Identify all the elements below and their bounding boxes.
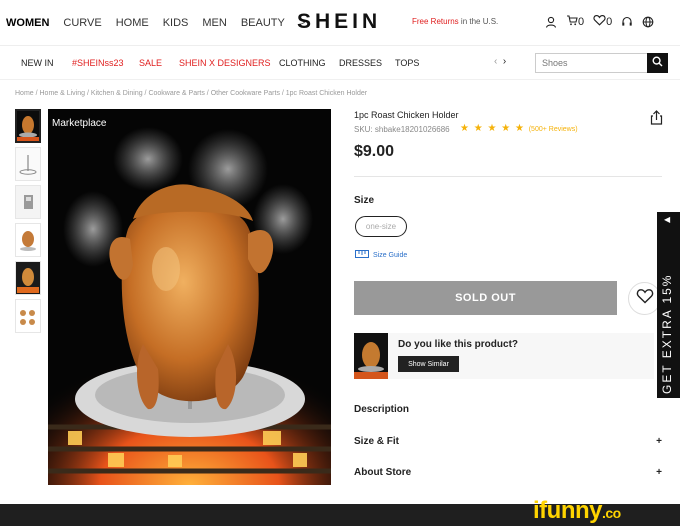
star-rating: ★ ★ ★ ★ ★ — [460, 123, 525, 134]
thumbnail-1[interactable] — [15, 109, 41, 143]
nav-sheinss23[interactable]: #SHEINss23 — [72, 58, 124, 68]
category-women[interactable]: WOMEN — [6, 17, 49, 29]
nav-scroll-arrows: ‹ › — [494, 56, 506, 67]
nav-dresses[interactable]: DRESSES — [339, 58, 382, 68]
nav-sale[interactable]: SALE — [139, 58, 162, 68]
rating-stars[interactable]: ★ ★ ★ ★ ★ (500+ Reviews) — [460, 123, 578, 134]
watermark-main: ifunny — [533, 497, 603, 524]
expand-plus-icon[interactable]: + — [656, 467, 662, 478]
product-title: 1pc Roast Chicken Holder — [354, 110, 459, 120]
wishlist-count: 0 — [606, 15, 613, 28]
category-men[interactable]: MEN — [202, 17, 226, 29]
free-returns-highlight: Free Returns — [412, 17, 459, 26]
marketplace-badge: Marketplace — [52, 118, 107, 129]
nav-prev-icon[interactable]: ‹ — [494, 56, 497, 67]
size-fit-section[interactable]: Size & Fit + — [354, 436, 662, 447]
header-icons: 0 0 — [545, 14, 654, 29]
category-beauty[interactable]: BEAUTY — [241, 17, 285, 29]
size-guide-link[interactable]: Size Guide — [355, 250, 407, 260]
share-icon[interactable] — [650, 110, 663, 130]
nav-next-icon[interactable]: › — [503, 56, 506, 67]
free-returns-rest: in the U.S. — [458, 17, 499, 26]
shein-logo[interactable]: SHEIN — [297, 10, 381, 34]
product-main-image[interactable]: Marketplace — [48, 109, 331, 485]
similar-product-thumbnail[interactable] — [354, 333, 388, 379]
nav-tops[interactable]: TOPS — [395, 58, 419, 68]
divider — [354, 176, 662, 177]
promo-text: GET EXTRA 15% — [660, 273, 674, 394]
product-price: $9.00 — [354, 143, 395, 160]
size-option-one-size[interactable]: one-size — [355, 216, 407, 237]
top-bar: WOMEN CURVE HOME KIDS MEN BEAUTY > SHEIN… — [0, 0, 680, 46]
thumbnail-2[interactable] — [15, 147, 41, 181]
category-tabs: WOMEN CURVE HOME KIDS MEN BEAUTY > — [6, 17, 319, 29]
wishlist-button[interactable]: 0 — [593, 14, 612, 29]
ruler-icon — [355, 250, 369, 260]
free-returns-notice[interactable]: Free Returns in the U.S. — [412, 17, 498, 26]
show-similar-button[interactable]: Show Similar — [398, 356, 459, 372]
category-kids[interactable]: KIDS — [163, 17, 189, 29]
wishlist-heart-icon — [636, 288, 654, 309]
size-guide-label: Size Guide — [373, 251, 408, 259]
size-fit-label: Size & Fit — [354, 436, 400, 447]
cart-button[interactable]: 0 — [566, 14, 584, 29]
get-extra-promo-tab[interactable]: ◀ GET EXTRA 15% — [657, 212, 680, 398]
similar-question: Do you like this product? — [398, 339, 519, 350]
review-count[interactable]: (500+ Reviews) — [529, 126, 578, 133]
sold-out-button[interactable]: SOLD OUT — [354, 281, 617, 315]
user-icon[interactable] — [545, 16, 557, 28]
search-bar — [535, 53, 668, 73]
headset-icon[interactable] — [621, 16, 633, 28]
watermark-suffix: .co — [602, 505, 621, 521]
thumbnail-strip — [15, 109, 43, 337]
description-section[interactable]: Description — [354, 404, 662, 415]
breadcrumb[interactable]: Home / Home & Living / Kitchen & Dining … — [15, 90, 367, 97]
nav-new-in[interactable]: NEW IN — [21, 58, 54, 68]
description-label: Description — [354, 404, 410, 415]
roast-chicken-illustration — [48, 109, 331, 485]
cart-count: 0 — [578, 15, 585, 28]
nav-bar: NEW IN #SHEINss23 SALE SHEIN X DESIGNERS… — [0, 46, 680, 80]
product-sku: SKU: shbake18201026686 — [354, 125, 450, 134]
thumbnail-6[interactable] — [15, 299, 41, 333]
category-curve[interactable]: CURVE — [63, 17, 101, 29]
thumbnail-5[interactable] — [15, 261, 41, 295]
expand-plus-icon[interactable]: + — [656, 436, 662, 447]
search-input[interactable] — [536, 54, 648, 72]
heart-icon — [593, 14, 606, 29]
size-label: Size — [354, 195, 375, 206]
similar-products-prompt: Do you like this product? Show Similar — [354, 333, 654, 379]
thumbnail-3[interactable] — [15, 185, 41, 219]
nav-clothing[interactable]: CLOTHING — [279, 58, 326, 68]
thumbnail-4[interactable] — [15, 223, 41, 257]
cart-icon — [566, 14, 578, 29]
nav-shein-x-designers[interactable]: SHEIN X DESIGNERS — [179, 58, 271, 68]
search-icon — [652, 54, 663, 72]
about-store-label: About Store — [354, 467, 412, 478]
ifunny-watermark: ifunny.co — [533, 497, 621, 525]
search-button[interactable] — [647, 53, 668, 73]
about-store-section[interactable]: About Store + — [354, 467, 662, 478]
category-home[interactable]: HOME — [116, 17, 149, 29]
globe-icon[interactable] — [642, 16, 654, 28]
